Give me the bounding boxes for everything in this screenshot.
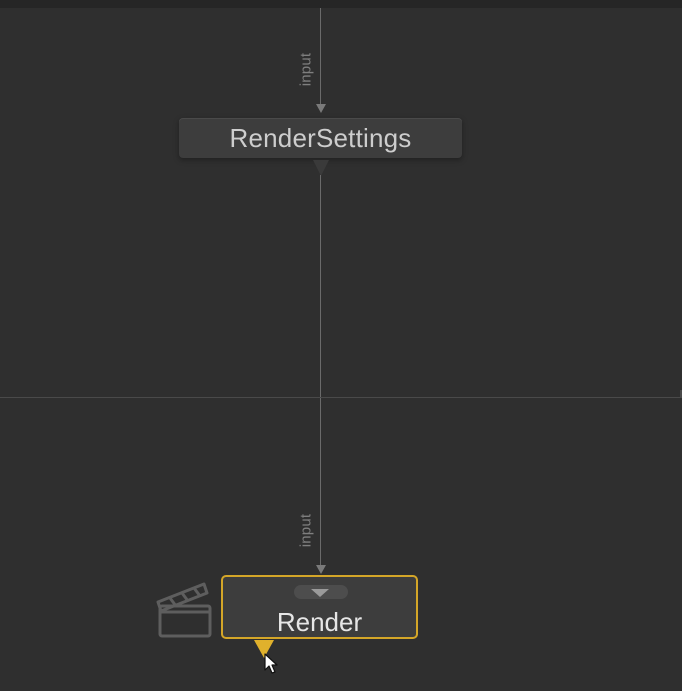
node-graph-canvas[interactable]: input RenderSettings input Render [0,0,682,691]
canvas-top-edge [0,0,682,8]
panel-divider [0,397,682,398]
render-settings-input-label: input [297,52,315,87]
connection-wire-upstream [320,8,321,110]
render-node-title: Render [276,607,363,637]
input-arrow-icon [316,565,326,574]
render-settings-output-port[interactable] [313,160,329,176]
input-port-arrow-icon [311,589,329,597]
render-settings-node[interactable]: RenderSettings [179,118,462,158]
mouse-cursor-icon [264,653,278,674]
clapperboard-icon [156,582,212,638]
connection-wire-settings-to-render [320,175,321,565]
render-settings-node-title: RenderSettings [229,122,412,153]
input-arrow-icon [316,104,326,113]
render-input-label: input [297,513,315,548]
render-node[interactable]: Render [221,575,418,639]
